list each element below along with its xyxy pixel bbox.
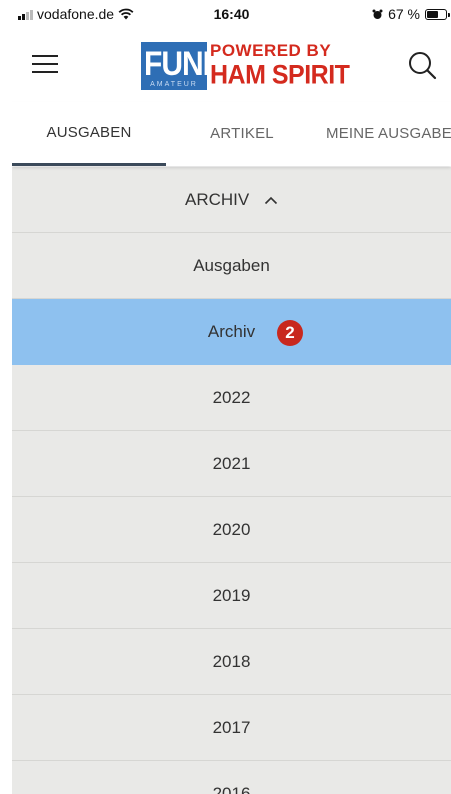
hamburger-icon[interactable] [32,55,58,75]
tab-ausgaben[interactable]: AUSGABEN [12,102,166,166]
archive-toggle-label: ARCHIV [185,190,250,209]
list-item-2020[interactable]: 2020 [12,497,451,563]
app-logo[interactable]: FUNK AMATEUR POWERED BY HAM SPIRIT [141,41,350,91]
annotation-badge: 2 [277,320,303,346]
status-right: 67 % [372,6,450,22]
search-icon[interactable] [407,50,437,80]
tab-meine-ausgaben[interactable]: MEINE AUSGABEN [326,102,451,166]
logo-powered-by-text: POWERED BY [210,41,332,60]
list-item-2018[interactable]: 2018 [12,629,451,695]
archive-toggle-row[interactable]: ARCHIV [12,167,451,233]
logo-amateur-text: AMATEUR [150,81,198,88]
list-item-2017[interactable]: 2017 [12,695,451,761]
battery-icon [425,8,450,20]
list-item-2019[interactable]: 2019 [12,563,451,629]
tab-bar: AUSGABEN ARTIKEL MEINE AUSGABEN [12,102,451,166]
chevron-up-icon [264,196,278,205]
list-item-ausgaben[interactable]: Ausgaben [12,233,451,299]
status-bar: vodafone.de 16:40 67 % [12,0,451,30]
list-item-2016[interactable]: 2016 [12,761,451,794]
list-item-2021[interactable]: 2021 [12,431,451,497]
app-frame: vodafone.de 16:40 67 % FUNK AMATEUR POWE… [12,0,451,794]
list-item-archiv[interactable]: Archiv [12,299,451,365]
alarm-icon [372,9,383,19]
battery-percent: 67 % [388,6,420,22]
logo-funk-block: FUNK AMATEUR [141,42,224,90]
archive-list: ARCHIV Ausgaben Archiv 2022 2021 2020 20… [12,167,451,794]
logo-ham-spirit-text: HAM SPIRIT [210,59,350,90]
list-item-2022[interactable]: 2022 [12,365,451,431]
tab-artikel[interactable]: ARTIKEL [178,102,306,166]
list-item-archiv-label: Archiv [207,322,256,341]
app-header: FUNK AMATEUR POWERED BY HAM SPIRIT [12,30,451,102]
battery-fill [427,10,438,18]
logo-ham-spirit-block: POWERED BY HAM SPIRIT [210,41,350,91]
